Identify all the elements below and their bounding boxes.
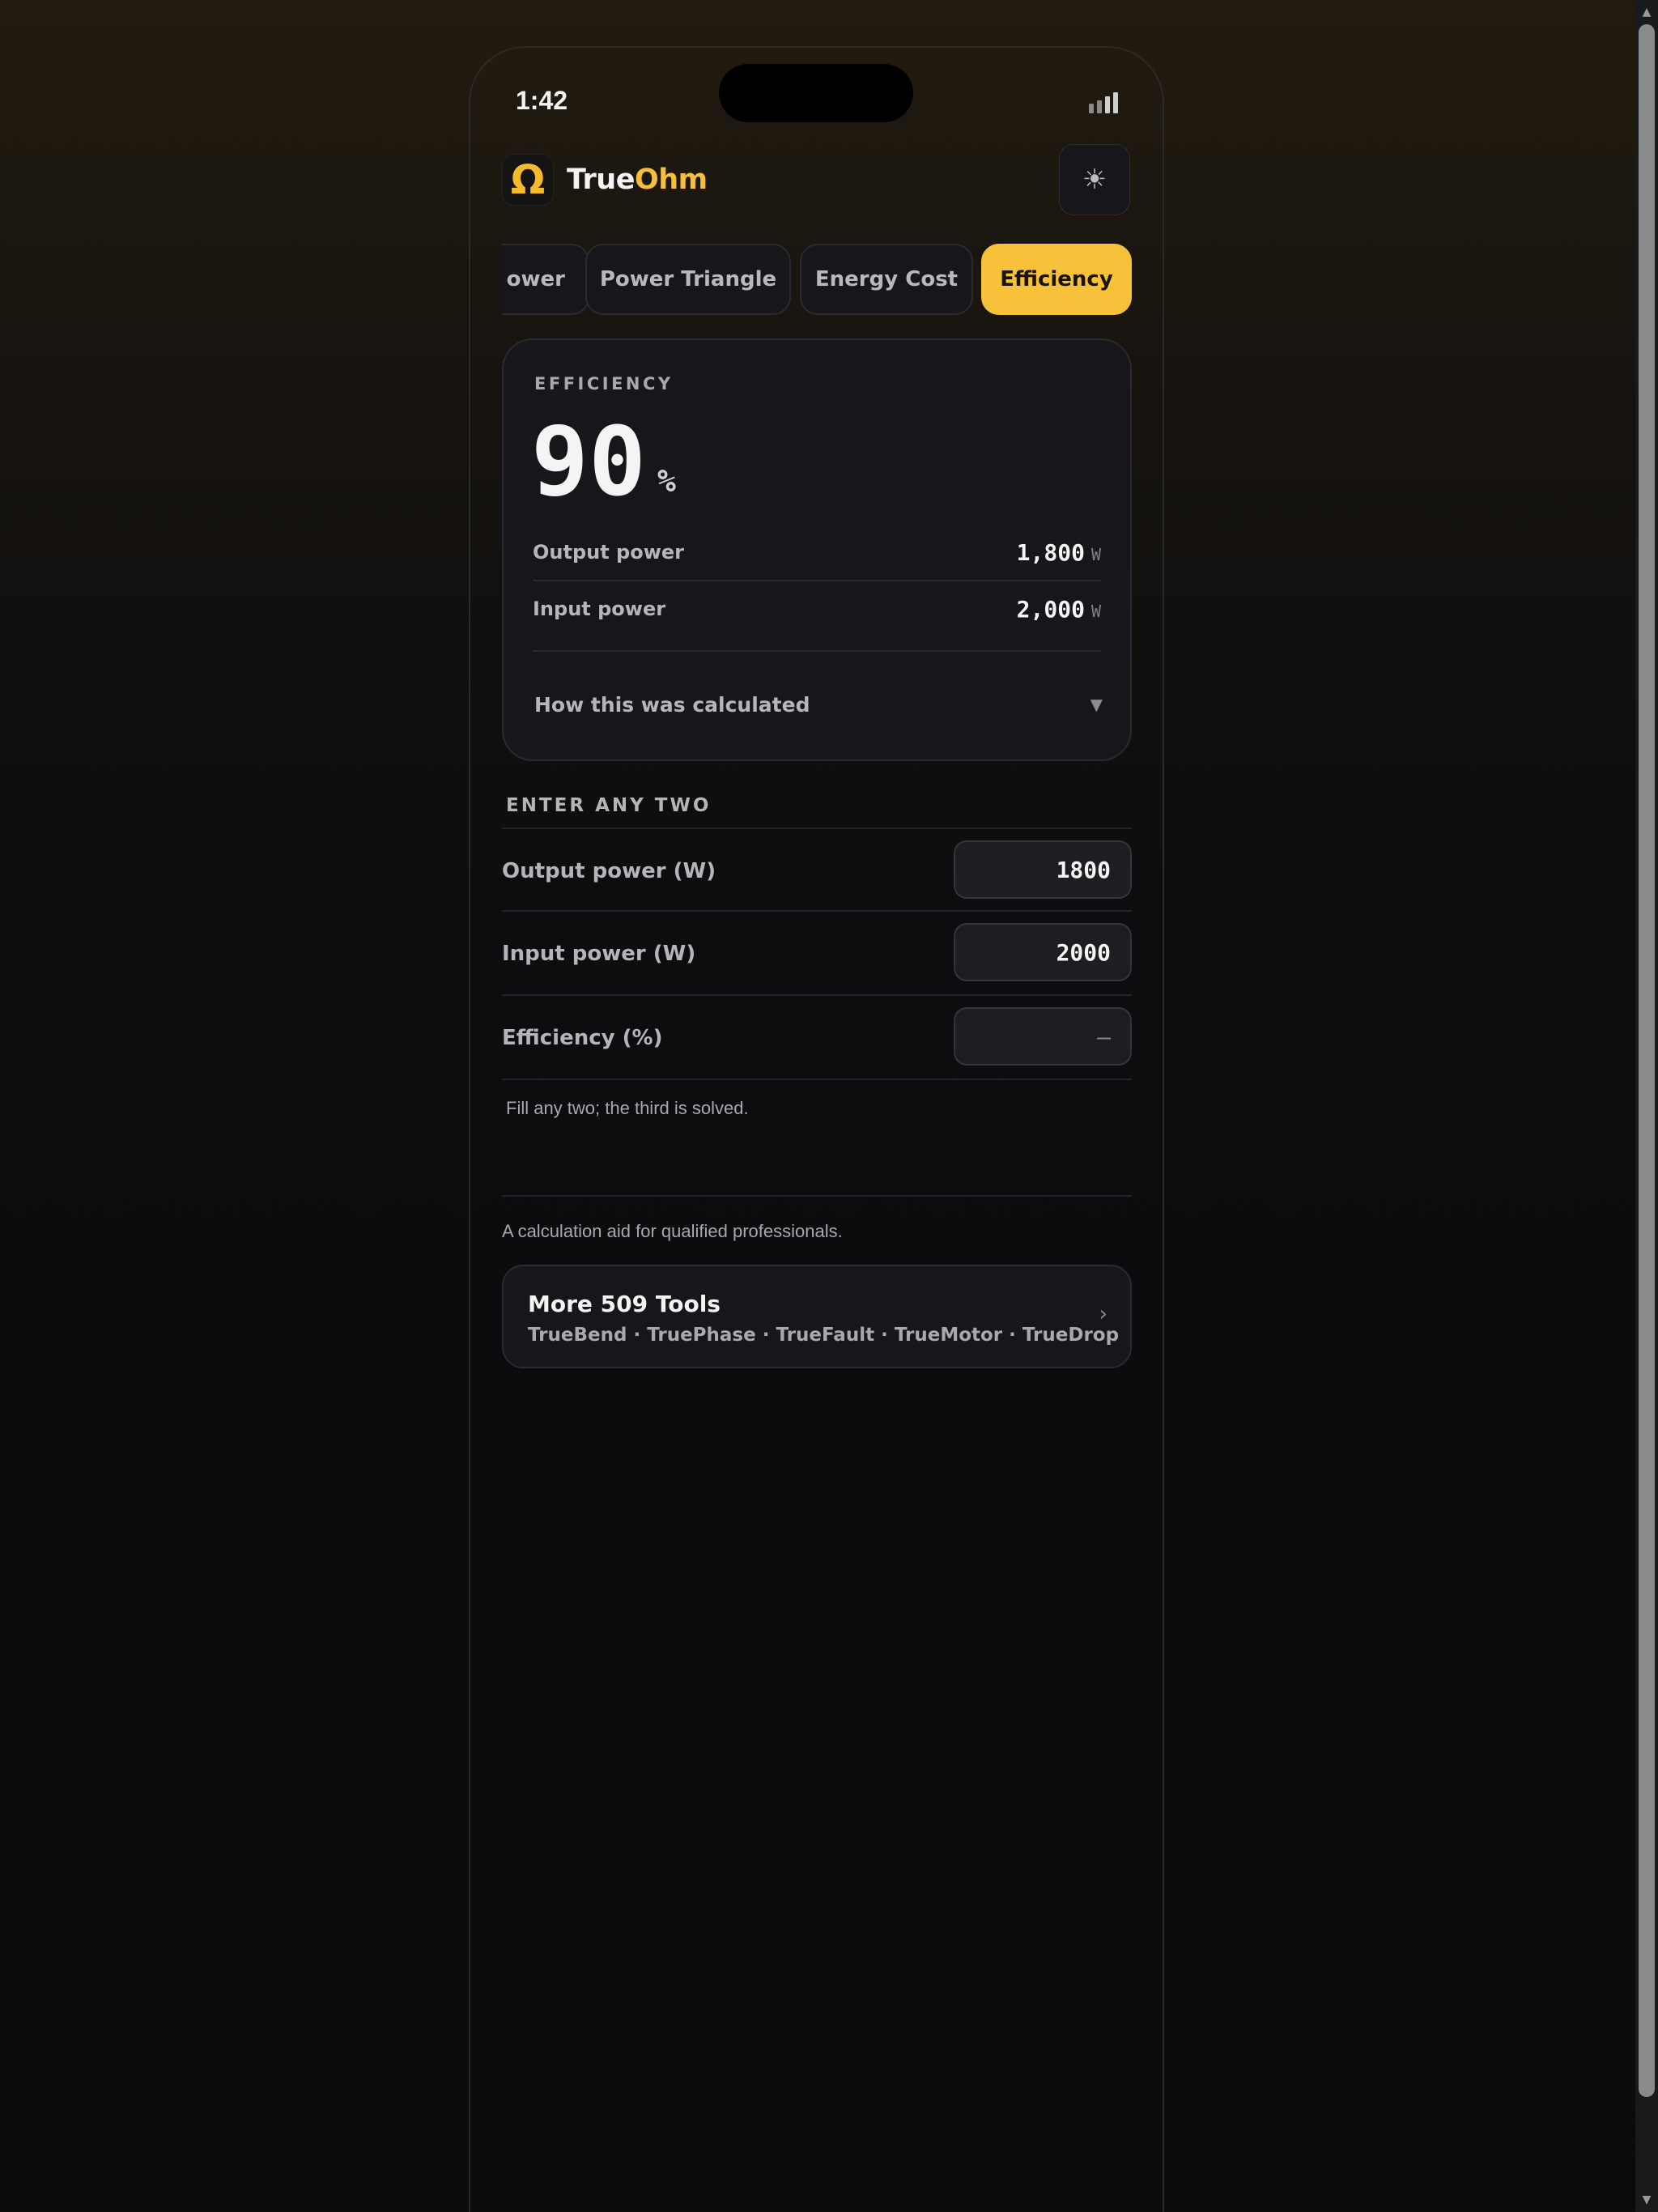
result-unit: %	[657, 463, 676, 499]
tab-power[interactable]: ower	[502, 244, 589, 315]
tab-power-triangle[interactable]: Power Triangle	[585, 244, 791, 315]
result-value: 90	[531, 406, 647, 517]
result-row-label: Output power	[533, 541, 685, 564]
tab-efficiency[interactable]: Efficiency	[981, 244, 1132, 315]
app-title-part2: Ohm	[634, 164, 708, 196]
divider	[502, 1078, 1132, 1080]
field-label: Efficiency (%)	[502, 1026, 663, 1050]
disclaimer: A calculation aid for qualified professi…	[502, 1221, 843, 1241]
result-row-value: 1,800	[1016, 538, 1085, 566]
field-label: Input power (W)	[502, 942, 696, 966]
efficiency-input[interactable]	[954, 1007, 1132, 1066]
input-power-input[interactable]	[954, 923, 1132, 981]
scroll-down-arrow-icon[interactable]: ▼	[1635, 2189, 1658, 2210]
page-scrollbar[interactable]: ▲ ▼	[1635, 0, 1658, 2212]
more-tools-title: More 509 Tools	[528, 1291, 721, 1317]
more-tools-subtitle: TrueBend · TruePhase · TrueFault · TrueM…	[528, 1325, 1120, 1346]
field-input-power: Input power (W)	[502, 912, 1132, 996]
field-label: Output power (W)	[502, 859, 716, 883]
status-time: 1:42	[516, 86, 568, 115]
divider	[533, 650, 1101, 652]
more-tools-link[interactable]: More 509 Tools TrueBend · TruePhase · Tr…	[502, 1265, 1132, 1368]
theme-toggle-button[interactable]: ☀	[1059, 144, 1130, 215]
sun-icon: ☀	[1082, 164, 1107, 196]
result-row-input-power: Input power 2,000 W	[533, 581, 1101, 637]
result-row-output-power: Output power 1,800 W	[533, 524, 1101, 581]
omega-logo-icon: Ω	[502, 154, 554, 206]
dynamic-island	[719, 64, 913, 122]
signal-icon	[1089, 92, 1118, 113]
result-row-label: Input power	[533, 598, 666, 620]
chevron-right-icon: ›	[1099, 1302, 1107, 1326]
calculator-tabs: ower Power Triangle Energy Cost Efficien…	[502, 243, 1132, 317]
tab-energy-cost[interactable]: Energy Cost	[800, 244, 973, 315]
chevron-down-icon: ▼	[1090, 695, 1103, 714]
result-row-unit: W	[1090, 601, 1101, 621]
how-calculated-toggle[interactable]: How this was calculated ▼	[534, 680, 1103, 729]
field-efficiency: Efficiency (%)	[502, 996, 1132, 1080]
result-row-unit: W	[1090, 544, 1101, 564]
divider	[502, 1195, 1132, 1197]
result-label: EFFICIENCY	[534, 374, 674, 393]
field-output-power: Output power (W)	[502, 829, 1132, 913]
scroll-up-arrow-icon[interactable]: ▲	[1635, 2, 1658, 23]
result-row-value: 2,000	[1016, 595, 1085, 623]
app-title: TrueOhm	[567, 164, 708, 196]
app-title-part1: True	[567, 164, 635, 196]
scrollbar-thumb[interactable]	[1639, 24, 1655, 2097]
output-power-input[interactable]	[954, 840, 1132, 899]
inputs-hint: Fill any two; the third is solved.	[506, 1098, 749, 1118]
how-calculated-label: How this was calculated	[534, 692, 810, 717]
inputs-section-title: ENTER ANY TWO	[506, 795, 712, 816]
